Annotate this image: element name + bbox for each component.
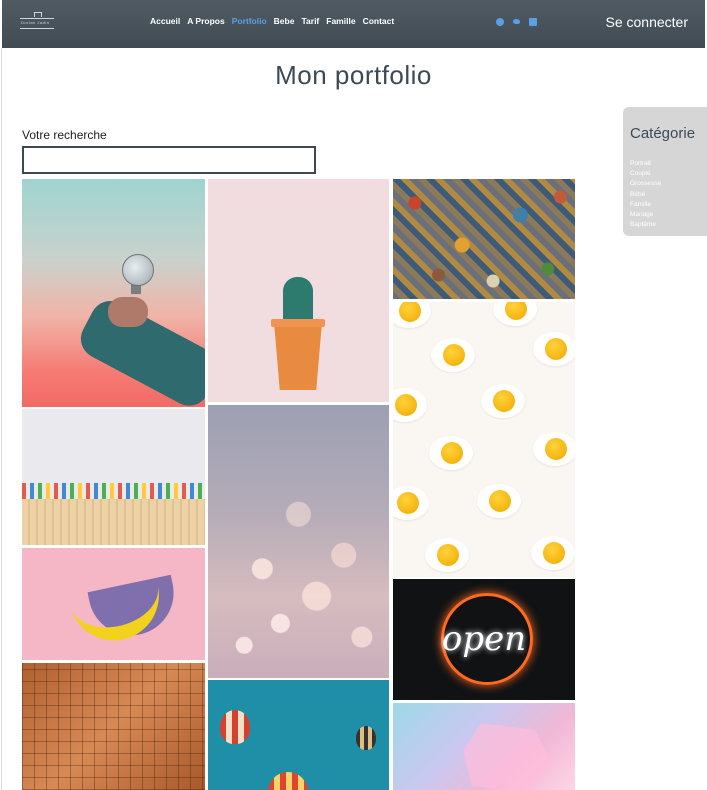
logo-mark-icon xyxy=(34,12,42,17)
texture-photo[interactable] xyxy=(22,663,205,790)
crystal-photo[interactable] xyxy=(393,703,575,790)
site-logo[interactable]: Dorian Jadin xyxy=(20,12,54,32)
egg-icon xyxy=(531,536,575,570)
nav-link-a-propos[interactable]: A Propos xyxy=(187,16,224,26)
balloons-photo[interactable] xyxy=(208,680,389,790)
nav-link-accueil[interactable]: Accueil xyxy=(150,16,180,26)
puzzle-photo[interactable] xyxy=(393,179,575,299)
login-button[interactable]: Se connecter xyxy=(606,14,689,30)
category-item-mariage[interactable]: Mariage xyxy=(630,210,661,220)
nav-link-bebe[interactable]: Bebe xyxy=(274,16,295,26)
pot-rim-shape xyxy=(271,319,325,327)
nav-link-contact[interactable]: Contact xyxy=(363,16,395,26)
cactus-photo[interactable] xyxy=(208,179,389,402)
category-item-portrait[interactable]: Portrait xyxy=(630,159,661,169)
egg-icon xyxy=(481,384,525,418)
page-title: Mon portfolio xyxy=(275,60,432,90)
bokeh-photo[interactable] xyxy=(208,405,389,678)
search-input[interactable] xyxy=(22,146,316,174)
pencil-wood-shape xyxy=(22,499,205,545)
pencil-tips-shape xyxy=(22,483,205,499)
hot-air-balloon-icon xyxy=(356,726,376,750)
egg-icon xyxy=(393,486,429,520)
nav-link-portfolio[interactable]: Portfolio xyxy=(232,16,267,26)
facebook-icon[interactable] xyxy=(496,18,504,26)
lightbulb-icon xyxy=(122,254,154,286)
nav-link-tarif[interactable]: Tarif xyxy=(301,16,319,26)
pot-shape xyxy=(274,322,322,390)
nav-link-famille[interactable]: Famille xyxy=(326,16,355,26)
category-panel: Catégorie Portrait Couple Grossesse Bébé… xyxy=(623,107,707,236)
logo-divider xyxy=(20,18,54,19)
egg-icon xyxy=(429,436,473,470)
hot-air-balloon-icon xyxy=(220,710,250,744)
lightbulb-photo[interactable] xyxy=(22,179,205,407)
hot-air-balloon-icon xyxy=(268,772,308,790)
pencils-photo[interactable] xyxy=(22,409,205,545)
category-item-bapteme[interactable]: Baptême xyxy=(630,220,661,230)
egg-icon xyxy=(425,538,469,572)
eggs-photo[interactable] xyxy=(393,302,575,577)
egg-icon xyxy=(393,388,427,422)
neon-open-text: open xyxy=(441,619,527,659)
main-nav: Accueil A Propos Portfolio Bebe Tarif Fa… xyxy=(150,16,394,26)
crystal-icon xyxy=(463,723,553,790)
egg-icon xyxy=(393,302,431,328)
egg-icon xyxy=(533,432,575,466)
search-label: Votre recherche xyxy=(22,128,107,142)
egg-icon xyxy=(493,302,537,326)
category-item-bebe[interactable]: Bébé xyxy=(630,190,661,200)
social-links xyxy=(496,18,537,26)
category-title: Catégorie xyxy=(630,125,696,142)
hand-shape xyxy=(108,297,148,327)
category-item-famille[interactable]: Famille xyxy=(630,200,661,210)
category-list: Portrait Couple Grossesse Bébé Famille M… xyxy=(630,159,661,230)
egg-icon xyxy=(533,332,575,366)
banana-icon xyxy=(65,566,169,650)
twitter-icon[interactable] xyxy=(512,18,521,26)
logo-divider xyxy=(20,28,54,29)
page-border xyxy=(1,48,2,790)
logo-text: Dorian Jadin xyxy=(21,20,50,25)
category-item-couple[interactable]: Couple xyxy=(630,169,661,179)
egg-icon xyxy=(431,338,475,372)
category-item-grossesse[interactable]: Grossesse xyxy=(630,179,661,189)
banana-photo[interactable] xyxy=(22,548,205,660)
egg-icon xyxy=(477,484,521,518)
open-neon-photo[interactable]: open xyxy=(393,579,575,700)
linkedin-icon[interactable] xyxy=(529,18,537,26)
top-navbar: Dorian Jadin Accueil A Propos Portfolio … xyxy=(2,0,705,48)
